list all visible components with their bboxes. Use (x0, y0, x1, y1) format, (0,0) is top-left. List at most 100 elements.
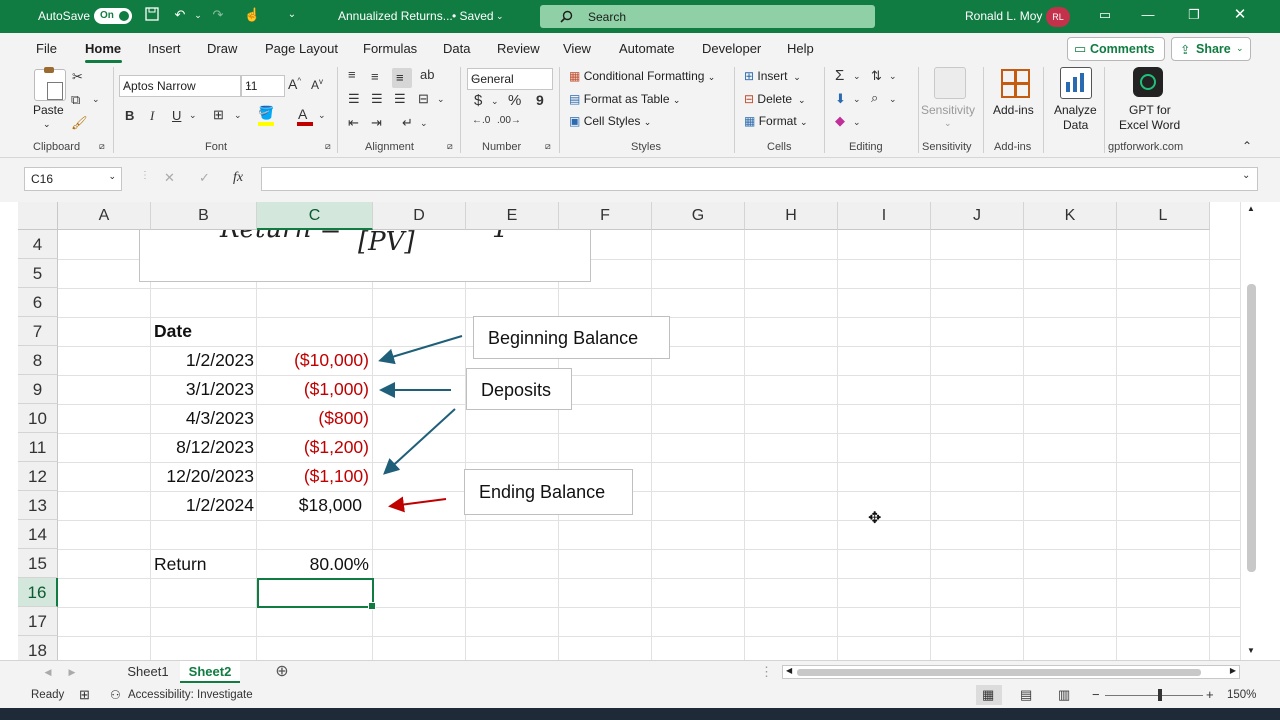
clipboard-launcher-icon[interactable]: ⧄ (99, 141, 105, 152)
cancel-entry-icon[interactable]: ✕ (164, 170, 175, 186)
tab-help[interactable]: Help (787, 41, 814, 56)
align-left-icon[interactable]: ☰ (348, 91, 360, 107)
clear-icon[interactable]: ◆ (835, 113, 845, 129)
accessibility-icon[interactable]: ⚇ (110, 688, 121, 702)
format-painter-icon[interactable]: 🖌 (71, 115, 88, 131)
copy-icon[interactable]: ⧉ (71, 92, 80, 108)
undo-dropdown-icon[interactable]: ⌄ (190, 7, 206, 23)
gpt-label-line1[interactable]: GPT for (1129, 103, 1171, 117)
formula-input[interactable] (261, 167, 1258, 191)
name-box[interactable]: C16 ⌄ (24, 167, 122, 191)
italic-button[interactable]: I (150, 108, 154, 124)
fill-dropdown-icon[interactable]: ⌄ (853, 94, 861, 105)
avatar[interactable]: RL (1046, 7, 1070, 27)
gpt-for-work-icon[interactable] (1133, 67, 1163, 97)
gpt-label-line2[interactable]: Excel Word (1119, 118, 1180, 132)
conditional-formatting-button[interactable]: ▦ Conditional Formatting ⌄ (569, 69, 715, 83)
orientation-icon[interactable]: ab (420, 67, 434, 82)
increase-font-icon[interactable]: A^ (288, 76, 301, 92)
insert-function-button[interactable]: fx (233, 170, 243, 186)
horizontal-scroll-thumb[interactable] (797, 669, 1201, 676)
align-middle-icon[interactable]: ≡ (371, 69, 379, 84)
borders-icon[interactable]: ⊞ (213, 107, 224, 123)
saved-status[interactable]: • Saved (452, 9, 494, 23)
worksheet-grid[interactable]: A B C D E F G H I J K L 4 5 6 7 8 9 10 1… (0, 202, 1280, 660)
decrease-font-icon[interactable]: Av (311, 77, 323, 92)
decrease-decimal-icon[interactable]: .00→ (497, 115, 521, 126)
tab-view[interactable]: View (563, 41, 591, 56)
analyze-data-icon[interactable] (1060, 67, 1092, 99)
zoom-slider-thumb[interactable] (1158, 689, 1162, 701)
zoom-level[interactable]: 150% (1227, 689, 1256, 701)
find-dropdown-icon[interactable]: ⌄ (889, 94, 897, 105)
page-layout-view-icon[interactable]: ▤ (1020, 687, 1032, 703)
align-top-icon[interactable]: ≡ (348, 67, 356, 82)
font-launcher-icon[interactable]: ⧄ (325, 141, 331, 152)
autosave-toggle[interactable]: On (94, 8, 132, 24)
add-ins-label[interactable]: Add-ins (993, 103, 1034, 117)
normal-view-button[interactable]: ▦ (976, 685, 1002, 705)
sort-dropdown-icon[interactable]: ⌄ (889, 71, 897, 82)
tab-file[interactable]: File (36, 41, 57, 56)
font-name-select[interactable]: Aptos Narrow ⌄ (119, 75, 241, 97)
increase-decimal-icon[interactable]: ←.0 (472, 115, 490, 126)
number-format-select[interactable]: General ⌄ (467, 68, 553, 90)
copy-dropdown-icon[interactable]: ⌄ (92, 94, 100, 105)
tab-split-handle[interactable]: ⋮ (760, 661, 773, 683)
customize-toolbar-icon[interactable]: ⌄ (284, 7, 300, 23)
font-color-dropdown-icon[interactable]: ⌄ (318, 110, 326, 121)
restore-icon[interactable]: ❐ (1186, 7, 1202, 23)
cell-mode-icon[interactable]: ⊞ (79, 687, 90, 703)
paste-dropdown-icon[interactable]: ⌄ (43, 119, 51, 130)
delete-cells-button[interactable]: ⊟ Delete ⌄ (744, 92, 805, 106)
fill-color-icon[interactable]: 🪣 (258, 105, 274, 121)
minimize-icon[interactable]: — (1140, 7, 1156, 23)
redo-icon[interactable]: ↷ (210, 7, 226, 23)
file-title[interactable]: Annualized Returns... (338, 9, 453, 23)
align-bottom-button[interactable]: ≡ (392, 68, 412, 88)
tab-automate[interactable]: Automate (619, 41, 675, 56)
autosum-icon[interactable]: Σ (835, 67, 844, 84)
search-box[interactable]: Search (540, 5, 875, 28)
sort-filter-icon[interactable]: ⇅ (871, 68, 882, 84)
vertical-scrollbar[interactable]: ▲ ▼ (1240, 202, 1263, 660)
add-sheet-icon[interactable]: ⊕ (272, 661, 292, 683)
cell-styles-button[interactable]: ▣ Cell Styles ⌄ (569, 114, 651, 128)
scroll-tabs-left-icon[interactable]: ◀ (40, 661, 56, 683)
insert-cells-button[interactable]: ⊞ Insert ⌄ (744, 69, 801, 83)
wrap-text-icon[interactable]: ↵ (402, 115, 413, 131)
tab-home[interactable]: Home (85, 41, 121, 56)
page-break-view-icon[interactable]: ▥ (1058, 687, 1070, 703)
close-icon[interactable]: ✕ (1232, 7, 1248, 23)
analyze-data-label-line2[interactable]: Data (1063, 118, 1088, 132)
vertical-scroll-thumb[interactable] (1247, 284, 1256, 572)
tab-review[interactable]: Review (497, 41, 540, 56)
format-cells-button[interactable]: ▦ Format ⌄ (744, 114, 808, 128)
font-size-select[interactable]: 11 ⌄ (241, 75, 285, 97)
user-name[interactable]: Ronald L. Moy (965, 9, 1042, 23)
horizontal-scrollbar[interactable]: ◀ ▶ (782, 665, 1240, 679)
ribbon-display-icon[interactable]: ▭ (1097, 7, 1113, 23)
collapse-ribbon-icon[interactable]: ⌃ (1242, 139, 1252, 153)
paste-icon[interactable] (34, 67, 66, 101)
alignment-launcher-icon[interactable]: ⧄ (447, 141, 453, 152)
merge-center-icon[interactable]: ⊟ (418, 91, 429, 107)
align-center-icon[interactable]: ☰ (371, 91, 383, 107)
formula-options-icon[interactable]: ⋮ (140, 170, 150, 181)
scroll-right-icon[interactable]: ▶ (1230, 666, 1236, 675)
zoom-in-icon[interactable]: + (1206, 687, 1214, 702)
scroll-down-icon[interactable]: ▼ (1247, 646, 1255, 655)
zoom-slider-track[interactable] (1105, 695, 1203, 696)
undo-icon[interactable]: ↶ (172, 7, 188, 23)
autosum-dropdown-icon[interactable]: ⌄ (853, 71, 861, 82)
fill-icon[interactable]: ⬇ (835, 91, 846, 107)
touch-mode-icon[interactable]: ☝ (244, 7, 260, 23)
comma-button[interactable]: 9 (536, 92, 544, 108)
wrap-dropdown-icon[interactable]: ⌄ (420, 118, 428, 129)
currency-button[interactable]: $ (474, 92, 482, 109)
align-right-icon[interactable]: ☰ (394, 91, 406, 107)
decrease-indent-icon[interactable]: ⇤ (348, 115, 359, 131)
share-button[interactable]: ⇪ Share ⌄ (1171, 37, 1251, 61)
borders-dropdown-icon[interactable]: ⌄ (234, 110, 242, 121)
accessibility-status[interactable]: Accessibility: Investigate (128, 689, 253, 701)
